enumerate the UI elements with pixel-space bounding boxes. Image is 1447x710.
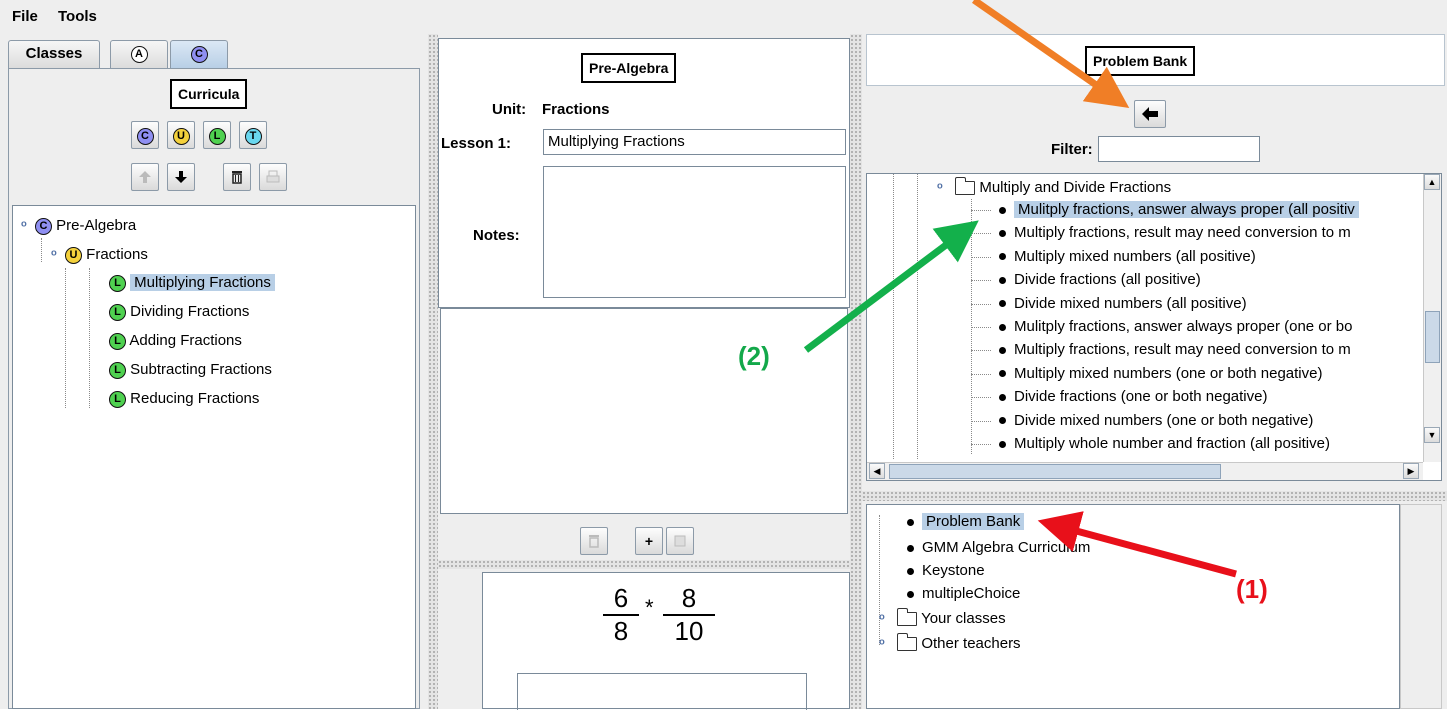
green-arrow: [803, 220, 979, 353]
red-arrow: [1037, 511, 1237, 578]
annotation-1: (1): [1236, 574, 1268, 604]
annotation-2: (2): [738, 341, 770, 371]
orange-arrow: [972, 0, 1130, 108]
annotation-layer: [803, 0, 1237, 578]
